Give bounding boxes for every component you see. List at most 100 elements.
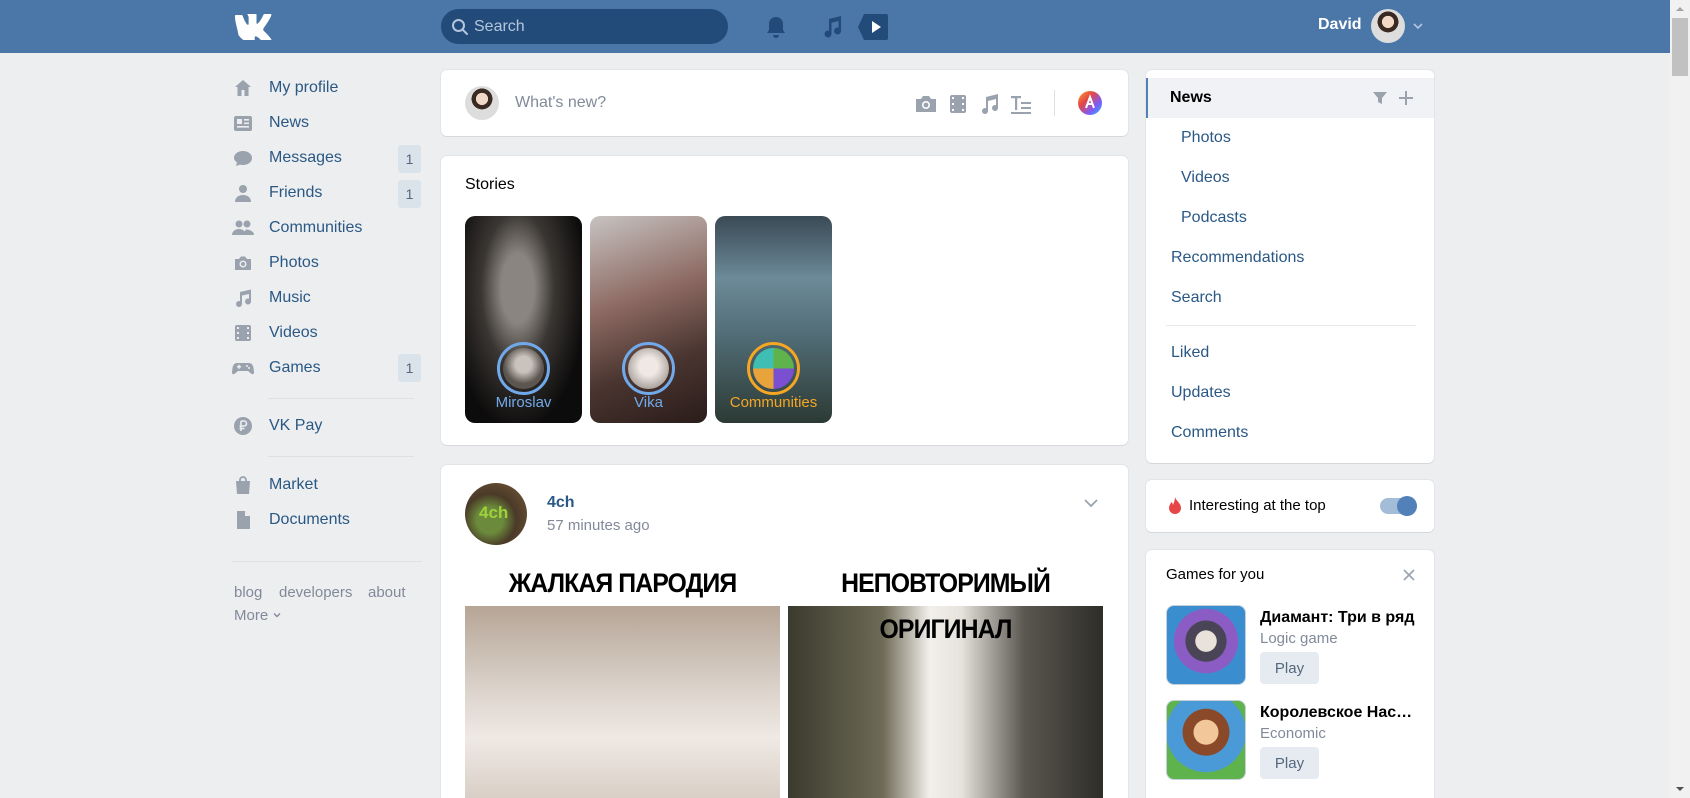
article-icon[interactable] — [1008, 91, 1034, 117]
gamepad-icon — [232, 363, 254, 375]
story-name: Miroslav — [495, 394, 552, 411]
menu-item-videos[interactable]: Videos — [1146, 158, 1434, 198]
games-badge: 1 — [398, 354, 421, 382]
nav-label: Photos — [269, 254, 319, 271]
nav-my-profile[interactable]: My profile — [232, 72, 422, 104]
vk-assistant-icon[interactable] — [1077, 90, 1103, 116]
footer-about-link[interactable]: about — [368, 584, 406, 601]
bell-icon[interactable] — [762, 13, 790, 41]
nav-documents[interactable]: Documents — [232, 504, 422, 536]
toggle-knob — [1397, 496, 1417, 516]
menu-item-comments[interactable]: Comments — [1146, 413, 1434, 453]
nav-vk-pay[interactable]: VK Pay — [232, 410, 422, 442]
user-name[interactable]: David — [1318, 16, 1362, 34]
nav-games[interactable]: Games — [232, 352, 422, 384]
nav-messages[interactable]: Messages — [232, 142, 422, 174]
music-icon[interactable] — [818, 13, 846, 41]
meme-right-panel[interactable]: НЕПОВТОРИМЫЙ ОРИГИНАЛ — [788, 560, 1103, 798]
story-avatar — [747, 342, 800, 395]
play-button[interactable]: Play — [1260, 652, 1319, 684]
user-avatar[interactable] — [1371, 9, 1405, 43]
music-icon[interactable] — [976, 91, 1002, 117]
post-author-avatar[interactable]: 4ch — [465, 483, 527, 545]
top-header: David — [0, 0, 1690, 53]
game-title[interactable]: Диамант: Три в ряд — [1260, 609, 1420, 627]
meme-left-caption: ЖАЛКАЯ ПАРОДИЯ — [477, 560, 768, 606]
menu-item-label: Liked — [1171, 344, 1210, 361]
friends-badge: 1 — [398, 180, 421, 208]
meme-left-panel[interactable]: ЖАЛКАЯ ПАРОДИЯ — [465, 560, 780, 798]
video-play-icon[interactable] — [858, 13, 890, 41]
games-card: Games for you Диамант: Три в ряд Logic g… — [1146, 550, 1434, 798]
menu-item-liked[interactable]: Liked — [1146, 333, 1434, 373]
post-menu-chevron-icon[interactable] — [1082, 497, 1100, 509]
nav-label: Videos — [269, 324, 318, 341]
footer-more-link[interactable]: More — [234, 607, 282, 624]
scroll-down-icon[interactable] — [1670, 781, 1690, 798]
menu-item-recommendations[interactable]: Recommendations — [1146, 238, 1434, 278]
messages-icon — [234, 151, 252, 166]
friends-icon — [235, 185, 251, 202]
game-category: Economic — [1260, 725, 1326, 742]
nav-market[interactable]: Market — [232, 469, 422, 501]
nav-communities[interactable]: Communities — [232, 212, 422, 244]
game-icon[interactable] — [1166, 605, 1246, 685]
nav-label: Friends — [269, 184, 323, 201]
story-name: Communities — [729, 394, 818, 411]
menu-item-updates[interactable]: Updates — [1146, 373, 1434, 413]
menu-item-photos[interactable]: Photos — [1146, 118, 1434, 158]
nav-label: Communities — [269, 219, 363, 236]
story-card[interactable]: Miroslav — [465, 216, 582, 423]
story-card[interactable]: Vika — [590, 216, 707, 423]
nav-label: Messages — [269, 149, 342, 166]
page-scrollbar[interactable] — [1670, 0, 1690, 798]
camera-icon — [235, 256, 251, 270]
whats-new-input[interactable] — [515, 86, 815, 120]
menu-item-podcasts[interactable]: Podcasts — [1146, 198, 1434, 238]
avatar-text: 4ch — [479, 503, 509, 522]
nav-music[interactable]: Music — [232, 282, 422, 314]
meme-right-caption: НЕПОВТОРИМЫЙ ОРИГИНАЛ — [800, 560, 1091, 644]
composer-divider — [1054, 90, 1055, 116]
plus-icon[interactable] — [1398, 90, 1414, 106]
film-icon[interactable] — [945, 91, 971, 117]
menu-item-label: Photos — [1181, 129, 1231, 146]
bag-icon — [236, 476, 250, 494]
game-icon[interactable] — [1166, 700, 1246, 780]
document-icon — [237, 511, 250, 529]
menu-item-news[interactable]: News — [1146, 78, 1434, 118]
nav-friends[interactable]: Friends — [232, 177, 422, 209]
footer-developers-link[interactable]: developers — [279, 584, 352, 601]
nav-news[interactable]: News — [232, 107, 422, 139]
nav-label: My profile — [269, 79, 339, 96]
story-card[interactable]: Communities — [715, 216, 832, 423]
scroll-up-icon[interactable] — [1670, 0, 1690, 17]
composer-avatar[interactable] — [465, 86, 499, 120]
meme-left-photo — [465, 606, 780, 798]
game-title[interactable]: Королевское Наследие — [1260, 704, 1420, 722]
vk-logo[interactable] — [234, 14, 276, 40]
nav-videos[interactable]: Videos — [232, 317, 422, 349]
nav-divider — [232, 561, 422, 562]
scrollbar-thumb[interactable] — [1672, 18, 1688, 76]
nav-divider — [268, 398, 414, 399]
communities-icon — [232, 220, 254, 235]
play-button[interactable]: Play — [1260, 747, 1319, 779]
camera-icon[interactable] — [913, 91, 939, 117]
close-icon[interactable] — [1402, 568, 1416, 582]
search-input[interactable] — [474, 9, 714, 44]
chevron-down-icon[interactable] — [1412, 20, 1424, 32]
nav-label: Documents — [269, 511, 350, 528]
nav-photos[interactable]: Photos — [232, 247, 422, 279]
filter-icon[interactable] — [1372, 90, 1388, 106]
nav-label: Games — [269, 359, 321, 376]
menu-item-label: Updates — [1171, 384, 1231, 401]
post-time[interactable]: 57 minutes ago — [547, 517, 650, 534]
film-icon — [235, 325, 251, 341]
search-box[interactable] — [441, 9, 728, 44]
interesting-toggle[interactable] — [1380, 496, 1417, 516]
menu-item-search[interactable]: Search — [1146, 278, 1434, 318]
post-author[interactable]: 4ch — [547, 494, 575, 512]
nav-label: Music — [269, 289, 311, 306]
footer-blog-link[interactable]: blog — [234, 584, 262, 601]
